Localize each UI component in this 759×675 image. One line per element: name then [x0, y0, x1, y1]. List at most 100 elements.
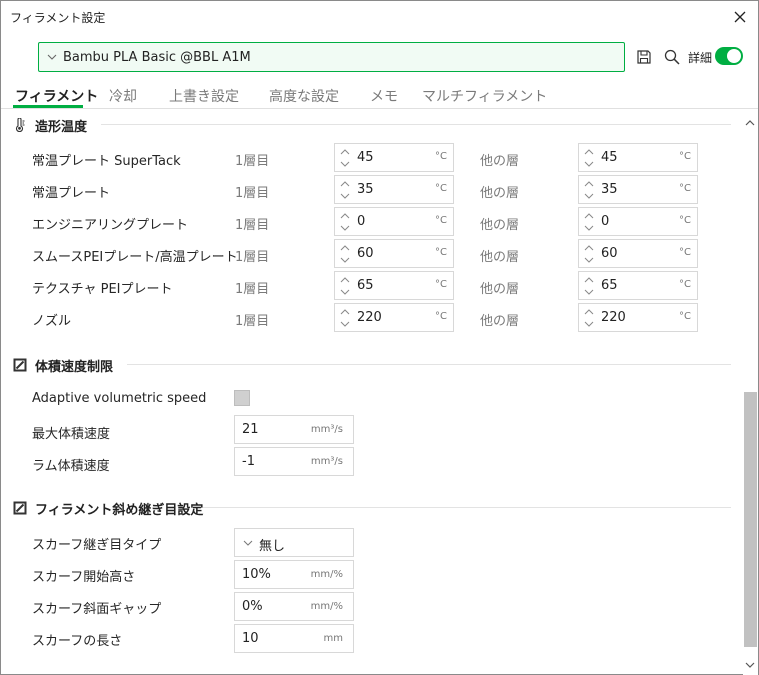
temp-unit: °C — [679, 151, 691, 162]
vertical-scrollbar[interactable] — [743, 110, 758, 675]
spin-arrows — [583, 211, 595, 233]
nozzle-label: ノズル — [32, 314, 72, 329]
detail-mode-toggle[interactable] — [715, 47, 743, 65]
spin-arrows — [583, 275, 595, 297]
chevron-up-icon[interactable] — [339, 147, 351, 157]
plate-label: テクスチャ PEIプレート — [32, 282, 173, 297]
first-layer-temp-input[interactable]: 0 °C — [334, 207, 454, 236]
spin-arrows — [583, 147, 595, 169]
chevron-down-icon[interactable] — [583, 319, 595, 329]
spin-arrows — [339, 243, 351, 265]
chevron-up-icon[interactable] — [339, 211, 351, 221]
first-layer-temp-input[interactable]: 45 °C — [334, 143, 454, 172]
temp-unit: °C — [435, 215, 447, 226]
spin-arrows — [339, 307, 351, 329]
divider — [127, 364, 731, 365]
spin-arrows — [339, 179, 351, 201]
other-layers-label: 他の層 — [480, 218, 520, 233]
search-button[interactable] — [663, 48, 681, 66]
chevron-up-icon[interactable] — [339, 275, 351, 285]
temp-value: 65 — [601, 278, 618, 293]
chevron-down-icon[interactable] — [339, 159, 351, 169]
other-layers-label: 他の層 — [480, 282, 520, 297]
section-title: 造形温度 — [35, 120, 88, 135]
nozzle-other-layers-temp-input[interactable]: 220 °C — [578, 303, 698, 332]
chevron-up-icon[interactable] — [583, 275, 595, 285]
chevron-up-icon[interactable] — [583, 147, 595, 157]
other-layers-label: 他の層 — [480, 314, 520, 329]
field-value: 10 — [242, 631, 259, 646]
first-layer-label: 1層目 — [235, 250, 270, 265]
first-layer-temp-input[interactable]: 60 °C — [334, 239, 454, 268]
temp-unit: °C — [679, 311, 691, 322]
scarf-start-height-input[interactable]: 10% mm/% — [234, 560, 354, 589]
chevron-down-icon[interactable] — [339, 287, 351, 297]
close-button[interactable] — [728, 5, 752, 29]
tab-overrides[interactable]: 上書き設定 — [169, 86, 239, 106]
other-layers-temp-input[interactable]: 60 °C — [578, 239, 698, 268]
field-unit: mm³/s — [310, 424, 343, 435]
chevron-down-icon[interactable] — [583, 159, 595, 169]
tab-filament[interactable]: フィラメント — [15, 86, 98, 106]
chevron-up-icon[interactable] — [583, 179, 595, 189]
section-title: 体積速度制限 — [35, 360, 114, 375]
first-layer-temp-input[interactable]: 65 °C — [334, 271, 454, 300]
chevron-down-icon[interactable] — [339, 223, 351, 233]
scarf-seam-type-dropdown[interactable]: 無し — [234, 528, 354, 557]
chevron-up-icon[interactable] — [583, 211, 595, 221]
spin-arrows — [583, 243, 595, 265]
chevron-down-icon[interactable] — [339, 255, 351, 265]
chevron-up-icon[interactable] — [339, 179, 351, 189]
chevron-down-icon[interactable] — [583, 255, 595, 265]
spin-arrows — [339, 147, 351, 169]
chevron-up-icon[interactable] — [339, 307, 351, 317]
spin-arrows — [583, 179, 595, 201]
scrollbar-thumb[interactable] — [744, 392, 757, 647]
other-layers-temp-input[interactable]: 35 °C — [578, 175, 698, 204]
chevron-up-icon[interactable] — [583, 307, 595, 317]
field-unit: mm³/s — [310, 456, 343, 467]
chevron-up-icon[interactable] — [583, 243, 595, 253]
chevron-down-icon — [243, 540, 253, 546]
close-icon — [734, 11, 746, 23]
chevron-down-icon[interactable] — [339, 319, 351, 329]
tab-notes[interactable]: メモ — [370, 86, 398, 106]
field-unit: mm/% — [310, 569, 343, 580]
chevron-down-icon[interactable] — [583, 191, 595, 201]
first-layer-temp-input[interactable]: 35 °C — [334, 175, 454, 204]
save-button[interactable] — [635, 48, 653, 66]
other-layers-temp-input[interactable]: 45 °C — [578, 143, 698, 172]
edit-square-icon — [13, 501, 27, 515]
tab-cooling[interactable]: 冷却 — [109, 86, 137, 106]
search-icon — [664, 49, 680, 65]
adaptive-volumetric-checkbox[interactable] — [234, 390, 250, 406]
plate-label: エンジニアリングプレート — [32, 218, 189, 233]
chevron-down-icon[interactable] — [583, 287, 595, 297]
scarf-slope-gap-input[interactable]: 0% mm/% — [234, 592, 354, 621]
preset-dropdown[interactable]: Bambu PLA Basic @BBL A1M — [38, 42, 625, 72]
toggle-knob — [727, 49, 741, 63]
nozzle-first-layer-temp-input[interactable]: 220 °C — [334, 303, 454, 332]
field-unit: mm — [323, 633, 343, 644]
other-layers-temp-input[interactable]: 0 °C — [578, 207, 698, 236]
field-value: 21 — [242, 422, 259, 437]
temp-unit: °C — [435, 151, 447, 162]
spin-arrows — [339, 275, 351, 297]
max-volumetric-speed-input[interactable]: 21 mm³/s — [234, 415, 354, 444]
chevron-up-icon[interactable] — [339, 243, 351, 253]
title-bar: フィラメント設定 — [1, 1, 758, 33]
section-title: フィラメント斜め継ぎ目設定 — [35, 503, 204, 518]
first-layer-label: 1層目 — [235, 282, 270, 297]
scarf-length-input[interactable]: 10 mm — [234, 624, 354, 653]
chevron-down-icon[interactable] — [583, 223, 595, 233]
other-layers-temp-input[interactable]: 65 °C — [578, 271, 698, 300]
chevron-down-icon[interactable] — [339, 191, 351, 201]
chevron-down-icon[interactable] — [744, 660, 756, 670]
tab-advanced[interactable]: 高度な設定 — [269, 86, 339, 106]
chevron-up-icon[interactable] — [744, 118, 756, 128]
first-layer-label: 1層目 — [235, 314, 270, 329]
tab-multi-filament[interactable]: マルチフィラメント — [422, 86, 547, 106]
ramming-volumetric-speed-input[interactable]: -1 mm³/s — [234, 447, 354, 476]
temp-unit: °C — [435, 247, 447, 258]
temp-unit: °C — [679, 279, 691, 290]
